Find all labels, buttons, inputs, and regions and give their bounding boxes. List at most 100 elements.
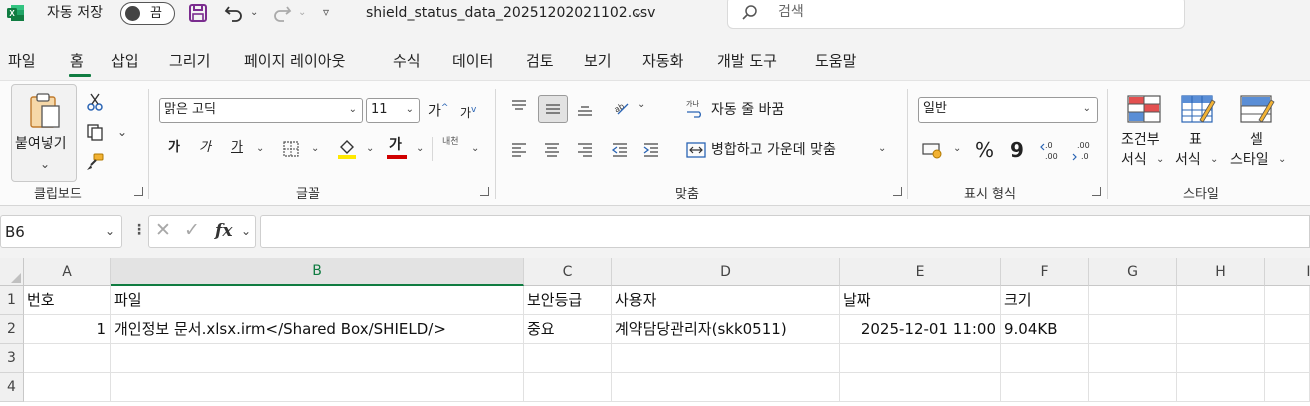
cell-c4[interactable] bbox=[524, 373, 612, 402]
border-dropdown-icon[interactable]: ⌄ bbox=[311, 143, 319, 154]
row-header[interactable]: 1 bbox=[0, 286, 24, 315]
cancel-icon[interactable]: ✕ bbox=[155, 221, 171, 240]
cell-i4[interactable] bbox=[1265, 373, 1310, 402]
merge-center-label[interactable]: 병합하고 가운데 맞춤 bbox=[711, 141, 836, 159]
insert-function-icon[interactable]: fx bbox=[215, 222, 232, 240]
tab-data[interactable]: 데이터 bbox=[452, 51, 493, 71]
underline-button[interactable]: 가 bbox=[231, 139, 243, 157]
cell-i3[interactable] bbox=[1265, 344, 1310, 373]
cell-f2[interactable]: 9.04KB bbox=[1001, 315, 1089, 344]
cell-e4[interactable] bbox=[840, 373, 1001, 402]
column-header[interactable]: G bbox=[1089, 258, 1177, 286]
wrap-text-label[interactable]: 자동 줄 바꿈 bbox=[711, 101, 784, 119]
cell-i1[interactable] bbox=[1265, 286, 1310, 315]
cell-a4[interactable] bbox=[24, 373, 111, 402]
align-middle-icon[interactable] bbox=[538, 95, 568, 123]
cell-h3[interactable] bbox=[1177, 344, 1265, 373]
column-header[interactable]: B bbox=[111, 258, 524, 286]
format-painter-icon[interactable] bbox=[84, 151, 106, 173]
cell-b1[interactable]: 파일 bbox=[111, 286, 524, 315]
copy-dropdown-icon[interactable]: ⌄ bbox=[117, 125, 127, 139]
tab-formulas[interactable]: 수식 bbox=[393, 51, 421, 71]
cell-h2[interactable] bbox=[1177, 315, 1265, 344]
cell-e2[interactable]: 2025-12-01 11:00 bbox=[840, 315, 1001, 344]
autosave-toggle[interactable]: 끔 bbox=[120, 2, 175, 25]
accounting-dropdown-icon[interactable]: ⌄ bbox=[953, 143, 961, 154]
tab-insert[interactable]: 삽입 bbox=[111, 51, 139, 71]
cell-c2[interactable]: 중요 bbox=[524, 315, 612, 344]
cell-g1[interactable] bbox=[1089, 286, 1177, 315]
font-color-button[interactable]: 가 bbox=[387, 136, 409, 160]
phonetic-button[interactable]: 내천 bbox=[442, 136, 459, 148]
shrink-font-icon[interactable]: 가v bbox=[460, 101, 476, 122]
number-launcher-icon[interactable] bbox=[1092, 187, 1101, 196]
fill-color-icon[interactable] bbox=[336, 137, 358, 161]
format-as-table-button[interactable]: 표 서식 ⌄ bbox=[1172, 91, 1228, 177]
column-header[interactable]: A bbox=[24, 258, 111, 286]
row-header[interactable]: 2 bbox=[0, 315, 24, 344]
tab-file[interactable]: 파일 bbox=[8, 51, 36, 71]
phonetic-dropdown-icon[interactable]: ⌄ bbox=[471, 143, 479, 154]
cell-b2[interactable]: 개인정보 문서.xlsx.irm</Shared Box/SHIELD/> bbox=[111, 315, 524, 344]
cell-d2[interactable]: 계약담당관리자(skk0511) bbox=[612, 315, 840, 344]
column-header[interactable]: F bbox=[1001, 258, 1089, 286]
cell-g4[interactable] bbox=[1089, 373, 1177, 402]
merge-center-icon[interactable] bbox=[684, 138, 708, 162]
chevron-down-icon[interactable]: ⌄ bbox=[241, 224, 251, 238]
border-icon[interactable] bbox=[281, 139, 301, 159]
cell-f1[interactable]: 크기 bbox=[1001, 286, 1089, 315]
align-bottom-icon[interactable] bbox=[573, 97, 597, 121]
cell-c3[interactable] bbox=[524, 344, 612, 373]
undo-icon[interactable] bbox=[222, 2, 246, 24]
bold-button[interactable]: 가 bbox=[168, 139, 180, 157]
decrease-indent-icon[interactable] bbox=[608, 138, 632, 162]
merge-dropdown-icon[interactable]: ⌄ bbox=[878, 143, 886, 154]
cell-b3[interactable] bbox=[111, 344, 524, 373]
tab-home[interactable]: 홈 bbox=[70, 51, 84, 71]
redo-icon[interactable] bbox=[270, 2, 294, 24]
tab-page-layout[interactable]: 페이지 레이아웃 bbox=[244, 51, 345, 71]
wrap-text-icon[interactable]: 가나 bbox=[683, 97, 707, 119]
tab-draw[interactable]: 그리기 bbox=[169, 51, 210, 71]
column-header[interactable]: C bbox=[524, 258, 612, 286]
enter-icon[interactable]: ✓ bbox=[184, 221, 200, 240]
alignment-launcher-icon[interactable] bbox=[893, 187, 902, 196]
font-size-select[interactable]: 11 ⌄ bbox=[366, 98, 420, 123]
cell-h1[interactable] bbox=[1177, 286, 1265, 315]
more-options-icon[interactable]: ⋮ bbox=[132, 221, 146, 239]
cell-h4[interactable] bbox=[1177, 373, 1265, 402]
row-header[interactable]: 3 bbox=[0, 344, 24, 373]
cell-f4[interactable] bbox=[1001, 373, 1089, 402]
align-left-icon[interactable] bbox=[507, 138, 531, 162]
select-all-corner[interactable] bbox=[0, 258, 24, 286]
cell-f3[interactable] bbox=[1001, 344, 1089, 373]
orientation-icon[interactable]: ab bbox=[610, 95, 632, 119]
tab-developer[interactable]: 개발 도구 bbox=[717, 51, 777, 71]
row-header[interactable]: 4 bbox=[0, 373, 24, 402]
decrease-decimal-icon[interactable]: .00.0 bbox=[1071, 137, 1095, 163]
tab-help[interactable]: 도움말 bbox=[815, 51, 856, 71]
column-header[interactable]: D bbox=[612, 258, 840, 286]
cut-icon[interactable] bbox=[84, 91, 106, 113]
column-header[interactable]: E bbox=[840, 258, 1001, 286]
conditional-formatting-button[interactable]: 조건부 서식 ⌄ bbox=[1116, 91, 1172, 177]
save-icon[interactable] bbox=[187, 2, 209, 24]
cell-i2[interactable] bbox=[1265, 315, 1310, 344]
excel-app-icon[interactable]: X bbox=[6, 3, 26, 23]
tab-view[interactable]: 보기 bbox=[584, 51, 612, 71]
align-top-icon[interactable] bbox=[507, 95, 531, 119]
undo-dropdown-icon[interactable]: ⌄ bbox=[250, 7, 258, 18]
cell-styles-button[interactable]: 셀 스타일 ⌄ bbox=[1228, 91, 1290, 177]
grow-font-icon[interactable]: 가^ bbox=[428, 99, 448, 121]
cell-a3[interactable] bbox=[24, 344, 111, 373]
fill-color-dropdown-icon[interactable]: ⌄ bbox=[366, 143, 374, 154]
cell-e3[interactable] bbox=[840, 344, 1001, 373]
font-launcher-icon[interactable] bbox=[480, 187, 489, 196]
cell-d3[interactable] bbox=[612, 344, 840, 373]
font-color-dropdown-icon[interactable]: ⌄ bbox=[416, 143, 424, 154]
redo-dropdown-icon[interactable]: ⌄ bbox=[298, 7, 306, 18]
document-title[interactable]: shield_status_data_20251202021102.csv bbox=[366, 4, 655, 22]
underline-dropdown-icon[interactable]: ⌄ bbox=[256, 143, 264, 154]
font-name-select[interactable]: 맑은 고딕 ⌄ bbox=[159, 98, 363, 123]
align-right-icon[interactable] bbox=[573, 138, 597, 162]
